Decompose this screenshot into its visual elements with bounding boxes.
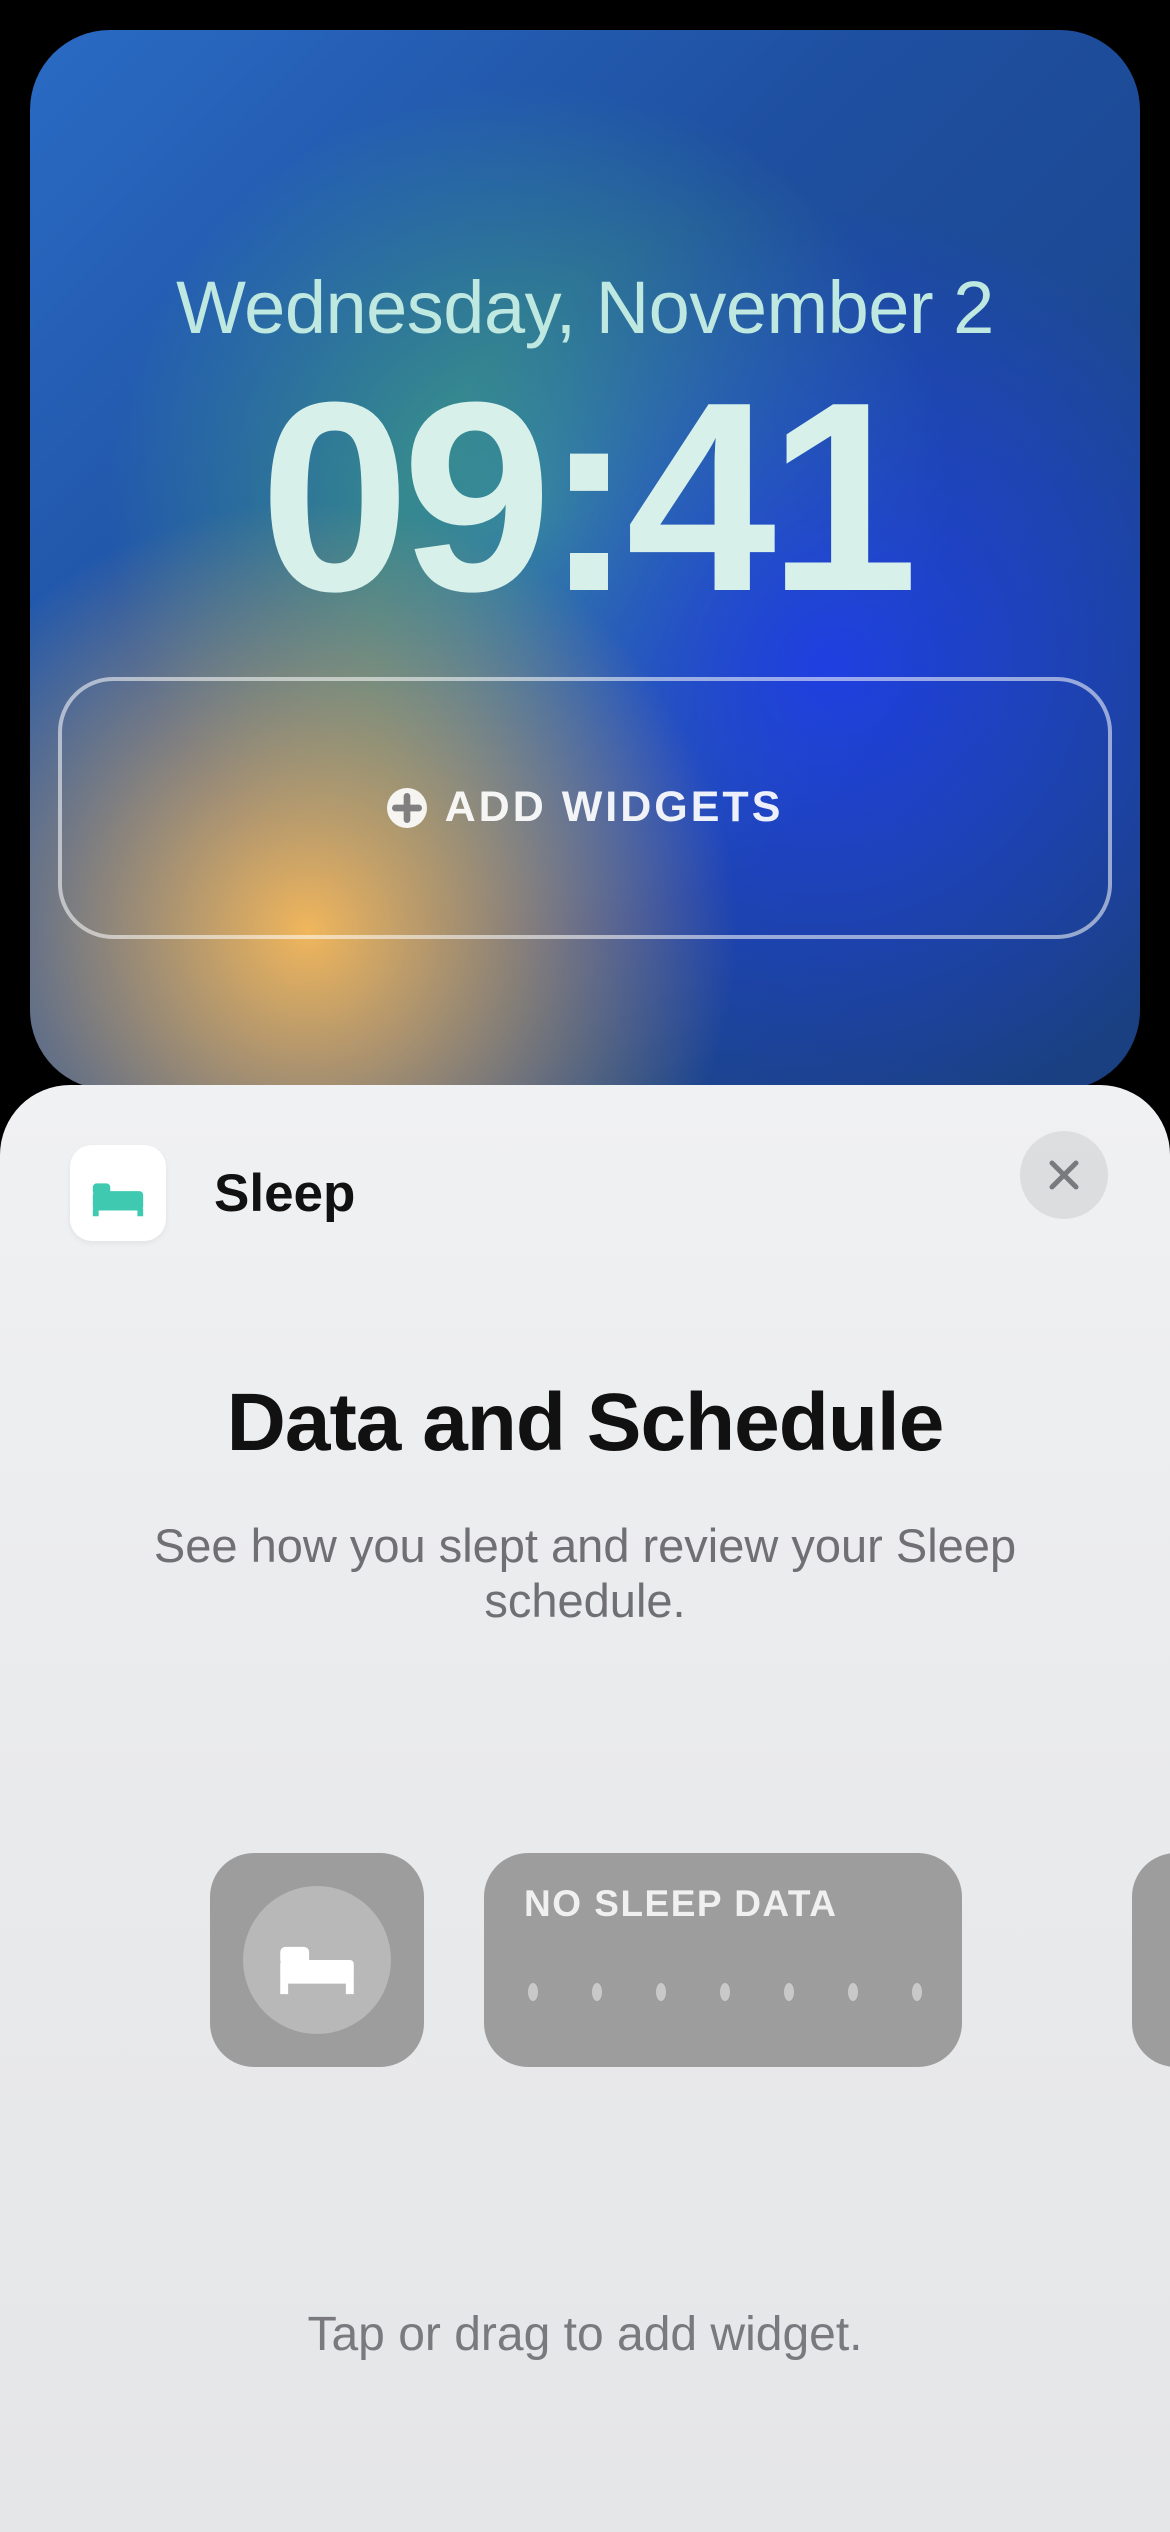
sleep-widget-circle — [243, 1886, 391, 2034]
lock-screen-preview: Wednesday, November 2 09:41 ADD WIDGETS — [30, 30, 1140, 1090]
day-dot — [848, 1983, 858, 2001]
no-sleep-data-label: NO SLEEP DATA — [524, 1883, 922, 1925]
add-widgets-label: ADD WIDGETS — [445, 783, 784, 832]
sheet-header: Sleep — [0, 1145, 1170, 1241]
sheet-subtitle: See how you slept and review your Sleep … — [0, 1518, 1170, 1628]
day-dot — [528, 1983, 538, 2001]
day-dot — [784, 1983, 794, 2001]
bed-icon — [275, 1918, 359, 2002]
close-icon — [1044, 1155, 1084, 1195]
sleep-app-icon — [70, 1145, 166, 1241]
widget-gallery[interactable]: NO SLEEP DATA — [0, 1853, 1170, 2067]
sleep-widget-small[interactable] — [210, 1853, 424, 2067]
widget-hint: Tap or drag to add widget. — [0, 2307, 1170, 2362]
day-dot — [720, 1983, 730, 2001]
sleep-week-dots — [524, 1983, 922, 2001]
day-dot — [656, 1983, 666, 2001]
widget-picker-sheet: Sleep Data and Schedule See how you slep… — [0, 1085, 1170, 2532]
sleep-widget-medium[interactable]: NO SLEEP DATA — [484, 1853, 962, 2067]
add-widgets-button[interactable]: ADD WIDGETS — [58, 677, 1112, 939]
plus-circle-icon — [387, 788, 427, 828]
day-dot — [912, 1983, 922, 2001]
lock-screen-date[interactable]: Wednesday, November 2 — [30, 265, 1140, 350]
lock-screen-time[interactable]: 09:41 — [30, 370, 1140, 627]
close-button[interactable] — [1020, 1131, 1108, 1219]
sleep-widget-next-peek[interactable] — [1132, 1853, 1170, 2067]
day-dot — [592, 1983, 602, 2001]
sheet-title: Data and Schedule — [0, 1376, 1170, 1470]
lock-screen-widget-editor: Wednesday, November 2 09:41 ADD WIDGETS — [0, 0, 1170, 2532]
sheet-app-name: Sleep — [214, 1163, 355, 1224]
